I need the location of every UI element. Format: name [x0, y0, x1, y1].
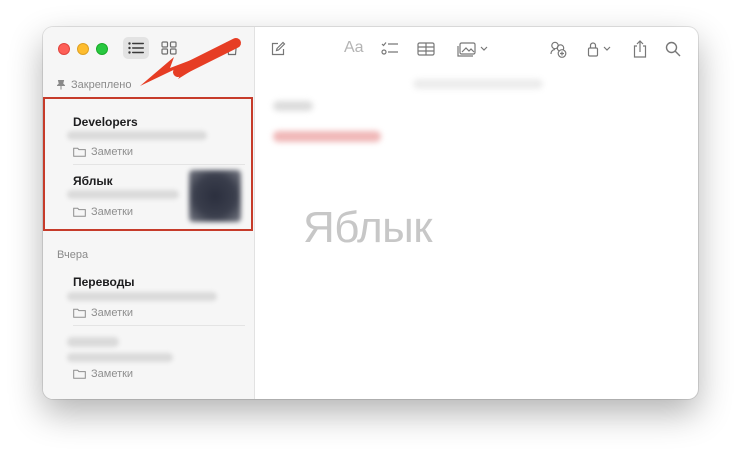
folder-icon — [73, 308, 86, 318]
note-folder-label: Заметки — [91, 206, 134, 218]
close-button[interactable] — [58, 43, 70, 55]
search-button[interactable] — [665, 40, 681, 58]
list-item[interactable]: Яблык Заметки — [59, 169, 245, 227]
list-item[interactable]: Переводы Заметки — [59, 270, 245, 326]
pin-icon — [57, 80, 65, 90]
note-preview — [67, 131, 207, 140]
pinned-section-header: Закреплено — [57, 79, 132, 91]
folder-icon — [73, 207, 86, 217]
list-item[interactable]: Developers Заметки — [59, 109, 245, 165]
share-button[interactable] — [633, 40, 647, 58]
folder-icon — [73, 369, 86, 379]
note-preview — [67, 353, 173, 362]
share-icon — [633, 40, 647, 58]
list-view-button[interactable] — [123, 37, 149, 59]
note-link-blurred — [273, 131, 381, 142]
yesterday-section-header: Вчера — [57, 249, 89, 261]
media-button[interactable] — [457, 40, 489, 58]
media-icon — [457, 42, 488, 57]
divider — [73, 164, 245, 165]
note-folder: Заметки — [73, 307, 133, 319]
trash-icon — [226, 40, 238, 56]
minimize-button[interactable] — [77, 43, 89, 55]
list-item[interactable]: Заметки — [59, 329, 245, 385]
new-note-icon — [271, 41, 286, 56]
table-icon — [417, 42, 435, 56]
note-title: Developers — [73, 115, 138, 129]
note-preview — [67, 190, 179, 199]
note-folder-label: Заметки — [91, 368, 134, 380]
checklist-button[interactable] — [381, 40, 399, 58]
pinned-section-label: Закреплено — [71, 79, 132, 91]
note-preview — [67, 292, 217, 301]
note-folder: Заметки — [73, 206, 133, 218]
collaborate-button[interactable] — [548, 40, 568, 58]
note-folder: Заметки — [73, 368, 133, 380]
note-title-blurred — [67, 337, 119, 347]
note-folder-label: Заметки — [91, 307, 134, 319]
note-title: Яблык — [73, 174, 113, 188]
delete-note-button[interactable] — [221, 37, 243, 59]
note-heading-blurred — [273, 101, 313, 111]
note-date-blurred — [413, 79, 543, 89]
gallery-view-button[interactable] — [156, 37, 182, 59]
notes-sidebar: Закреплено Developers Заметки Яблык Заме… — [43, 27, 255, 399]
gallery-view-icon — [161, 41, 177, 55]
watermark-text: Яблык — [303, 203, 433, 252]
lock-icon — [587, 42, 611, 57]
note-folder-label: Заметки — [91, 146, 134, 158]
note-title: Переводы — [73, 275, 135, 289]
new-note-button[interactable] — [270, 40, 286, 58]
table-button[interactable] — [417, 40, 435, 58]
folder-icon — [73, 147, 86, 157]
note-folder: Заметки — [73, 146, 133, 158]
note-thumbnail — [189, 170, 241, 222]
list-view-icon — [128, 42, 144, 54]
lock-button[interactable] — [587, 40, 615, 58]
collaborate-icon — [550, 41, 567, 58]
checklist-icon — [381, 42, 398, 55]
zoom-button[interactable] — [96, 43, 108, 55]
format-button[interactable]: Aa — [344, 39, 364, 57]
search-icon — [665, 41, 681, 57]
divider — [73, 325, 245, 326]
